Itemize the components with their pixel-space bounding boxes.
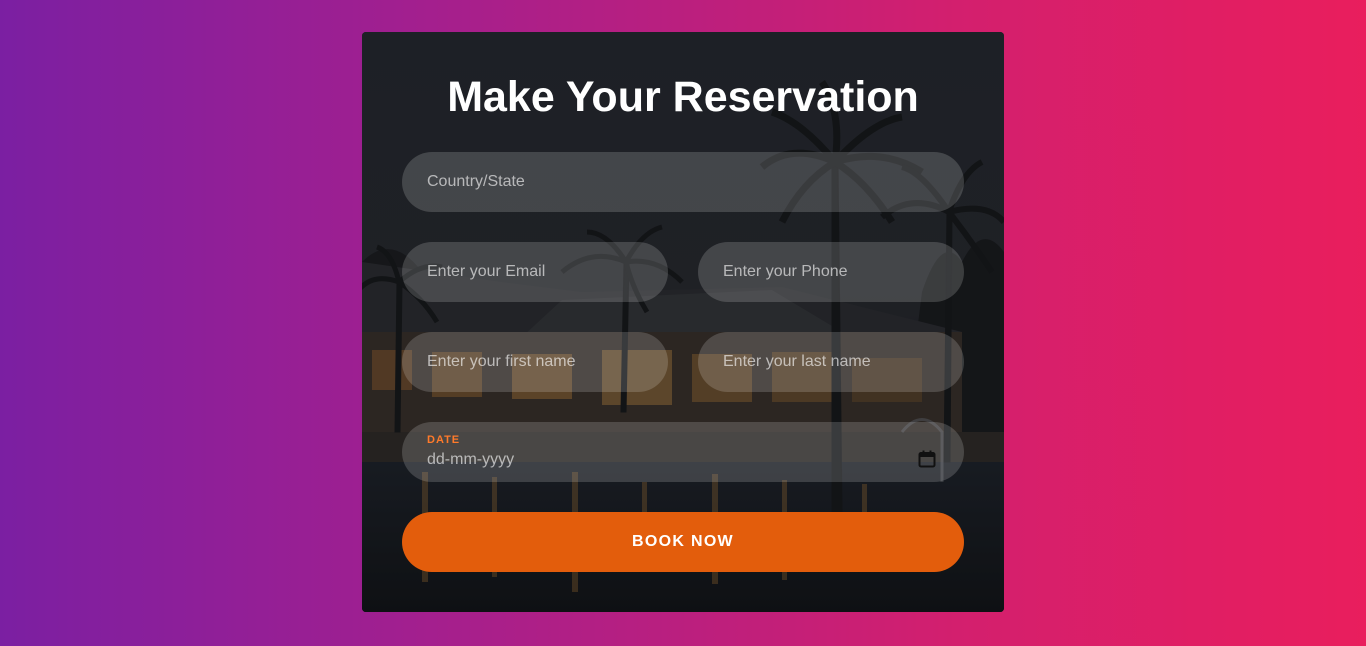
first-name-input[interactable] <box>402 332 668 392</box>
first-name-field <box>402 332 668 392</box>
reservation-card: Make Your Reservation DATE dd-mm-yyyy <box>362 32 1004 612</box>
country-state-field <box>402 152 964 212</box>
phone-field <box>698 242 964 302</box>
email-input[interactable] <box>402 242 668 302</box>
last-name-field <box>698 332 964 392</box>
date-input[interactable]: DATE dd-mm-yyyy <box>402 422 964 482</box>
phone-input[interactable] <box>698 242 964 302</box>
form-title: Make Your Reservation <box>447 73 919 121</box>
last-name-input[interactable] <box>698 332 964 392</box>
country-state-input[interactable] <box>402 152 964 212</box>
book-now-button[interactable]: BOOK NOW <box>402 512 964 572</box>
reservation-form: Make Your Reservation DATE dd-mm-yyyy <box>362 32 1004 612</box>
email-field <box>402 242 668 302</box>
date-label: DATE <box>427 434 461 446</box>
calendar-icon[interactable] <box>918 450 936 468</box>
date-value: dd-mm-yyyy <box>427 451 515 468</box>
